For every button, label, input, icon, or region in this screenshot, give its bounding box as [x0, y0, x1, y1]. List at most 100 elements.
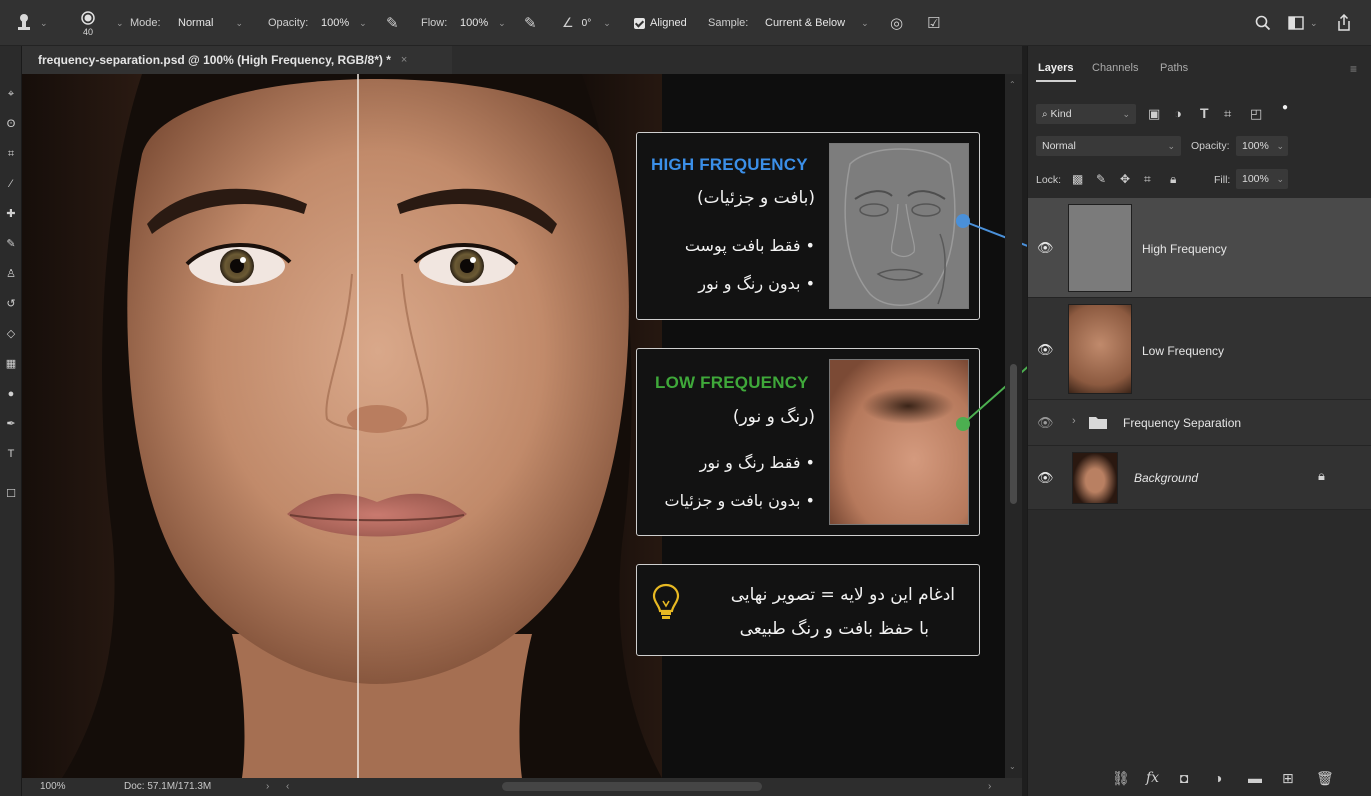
chevron-down-icon[interactable]: ⌄: [1009, 762, 1016, 771]
low-frequency-title: LOW FREQUENCY: [655, 373, 809, 392]
panel-menu-icon[interactable]: ≡: [1350, 62, 1357, 76]
gradient-tool-icon[interactable]: ▦: [3, 356, 19, 372]
mode-dropdown[interactable]: Normal ⌄: [178, 0, 243, 46]
visibility-eye-icon[interactable]: 👁︎: [1037, 240, 1054, 256]
share-button[interactable]: [1336, 0, 1352, 46]
ignore-adjustment-layers-button[interactable]: ◎: [890, 0, 903, 46]
low-frequency-bullet-1: • فقط رنگ و نور: [699, 453, 815, 472]
folder-icon[interactable]: ▬: [1248, 770, 1262, 786]
aligned-checkbox[interactable]: Aligned: [634, 0, 687, 46]
opacity-label: Opacity:: [268, 17, 309, 29]
lock-all-icon[interactable]: 🔒︎: [1170, 172, 1176, 187]
chevron-right-icon[interactable]: ›: [266, 781, 269, 792]
mask-icon[interactable]: ◘: [1180, 770, 1188, 786]
filter-kind-value: Kind: [1050, 108, 1072, 120]
history-brush-tool-icon[interactable]: ↺: [3, 296, 19, 312]
lock-artboard-icon[interactable]: ⌗: [1144, 172, 1151, 187]
flow-field[interactable]: 100% ⌄: [460, 0, 506, 46]
healing-brush-tool-icon[interactable]: ✚: [3, 206, 19, 222]
flow-value: 100%: [460, 17, 489, 29]
tab-layers[interactable]: Layers: [1038, 62, 1073, 74]
lock-transparent-icon[interactable]: ▩: [1072, 172, 1083, 186]
pixel-filter-icon[interactable]: ▣: [1148, 106, 1160, 122]
search-button[interactable]: [1255, 0, 1271, 46]
layer-thumbnail: [1072, 452, 1118, 504]
move-tool-icon[interactable]: ⌖: [3, 86, 19, 102]
sample-dropdown[interactable]: Current & Below ⌄: [765, 0, 869, 46]
adjustment-icon[interactable]: ◑: [1214, 770, 1222, 786]
visibility-eye-icon[interactable]: 👁︎: [1037, 470, 1054, 486]
lasso-tool-icon[interactable]: ʘ: [3, 116, 19, 132]
eyedropper-tool-icon[interactable]: ⁄: [3, 176, 19, 192]
document-canvas[interactable]: HIGH FREQUENCY (بافت و جزئیات) • فقط باف…: [22, 74, 1005, 778]
tab-paths[interactable]: Paths: [1160, 62, 1188, 74]
lock-position-icon[interactable]: ✥: [1120, 172, 1130, 186]
document-size: Doc: 57.1M/171.3M: [124, 781, 212, 792]
brush-tool-icon[interactable]: ✎: [3, 236, 19, 252]
chevron-down-icon: ⌄: [1310, 17, 1318, 28]
scroll-thumb[interactable]: [1010, 364, 1017, 504]
angle-field[interactable]: ∠ 0° ⌄: [562, 0, 611, 46]
fx-icon[interactable]: fx: [1146, 770, 1159, 786]
chevron-down-icon: ⌄: [861, 17, 869, 28]
ignore-adjustments-icon: ◎: [890, 15, 904, 32]
fill-field[interactable]: 100% ⌄: [1236, 169, 1288, 189]
canvas-horizontal-scrollbar[interactable]: [502, 782, 762, 791]
clone-stamp-tool-icon[interactable]: ♙: [3, 266, 19, 282]
angle-icon: ∠: [562, 15, 574, 30]
eraser-tool-icon[interactable]: ◇: [3, 326, 19, 342]
crop-tool-icon[interactable]: ⌗: [3, 146, 19, 162]
visibility-eye-icon[interactable]: 👁︎: [1037, 415, 1054, 431]
lock-image-icon[interactable]: ✎: [1096, 172, 1106, 186]
chevron-right-icon[interactable]: ›: [988, 781, 991, 792]
chevron-right-icon[interactable]: ›: [1072, 415, 1076, 427]
canvas-vertical-scrollbar[interactable]: ⌃ ⌄: [1005, 74, 1022, 778]
airbrush-button[interactable]: ✎: [524, 0, 537, 46]
tab-channels[interactable]: Channels: [1092, 62, 1138, 74]
link-icon[interactable]: ⛓︎: [1112, 770, 1130, 787]
mode-label: Mode:: [130, 17, 161, 29]
shape-filter-icon[interactable]: ⌗: [1224, 106, 1231, 122]
workspace-switcher[interactable]: ⌄: [1288, 0, 1318, 46]
trash-icon[interactable]: 🗑︎: [1316, 770, 1334, 787]
layer-thumbnail: [1068, 304, 1132, 394]
brush-tip-icon: [81, 10, 95, 25]
folder-icon: [1089, 417, 1107, 429]
filter-kind-dropdown[interactable]: ⌕ Kind ⌄: [1036, 104, 1136, 124]
pressure-size-button[interactable]: ☑: [927, 0, 940, 46]
layer-row-frequency-separation-group[interactable]: 👁︎ › Frequency Separation: [1028, 400, 1371, 446]
close-icon[interactable]: ×: [401, 54, 407, 66]
pressure-opacity-button[interactable]: ✎: [386, 0, 399, 46]
chevron-up-icon[interactable]: ⌃: [1009, 80, 1016, 89]
opacity-field[interactable]: 100% ⌄: [321, 0, 367, 46]
new-layer-icon[interactable]: ⊞: [1282, 770, 1294, 787]
layer-row-low-frequency[interactable]: 👁︎ Low Frequency: [1028, 298, 1371, 400]
hand-tool-icon[interactable]: ☐: [3, 486, 19, 502]
type-filter-icon[interactable]: T: [1200, 105, 1209, 121]
chevron-left-icon[interactable]: ‹: [286, 781, 289, 792]
visibility-eye-icon[interactable]: 👁︎: [1037, 342, 1054, 358]
chevron-down-icon[interactable]: ⌄: [116, 18, 124, 29]
zoom-level[interactable]: 100%: [40, 781, 66, 792]
adjustment-filter-icon[interactable]: ◑: [1174, 106, 1182, 121]
type-tool-icon[interactable]: T: [3, 446, 19, 462]
chevron-down-icon: ⌄: [1122, 109, 1130, 119]
chevron-down-icon: ⌄: [1167, 141, 1175, 151]
document-tab-bar: frequency-separation.psd @ 100% (High Fr…: [22, 46, 1022, 74]
document-tab[interactable]: frequency-separation.psd @ 100% (High Fr…: [22, 46, 452, 74]
tool-preset-picker[interactable]: ⌄: [14, 0, 48, 46]
mode-value: Normal: [178, 17, 214, 29]
blend-mode-dropdown[interactable]: Normal ⌄: [1036, 136, 1181, 156]
chevron-down-icon: ⌄: [498, 17, 506, 28]
smart-object-filter-icon[interactable]: ◰: [1250, 106, 1262, 122]
brush-size-picker[interactable]: 40: [80, 0, 96, 46]
blend-row: Normal ⌄ Opacity: 100% ⌄: [1028, 136, 1371, 160]
layer-row-background[interactable]: 👁︎ Background 🔒︎: [1028, 446, 1371, 510]
options-bar: ⌄ 40 ⌄ Mode: Normal ⌄ Opacity: 100% ⌄ ✎ …: [0, 0, 1371, 53]
chevron-down-icon: ⌄: [359, 17, 367, 28]
filter-toggle-icon[interactable]: ●: [1282, 102, 1288, 113]
dodge-tool-icon[interactable]: ●: [3, 386, 19, 402]
pen-tool-icon[interactable]: ✒: [3, 416, 19, 432]
layer-opacity-field[interactable]: 100% ⌄: [1236, 136, 1288, 156]
layer-row-high-frequency[interactable]: 👁︎ High Frequency: [1028, 198, 1371, 298]
